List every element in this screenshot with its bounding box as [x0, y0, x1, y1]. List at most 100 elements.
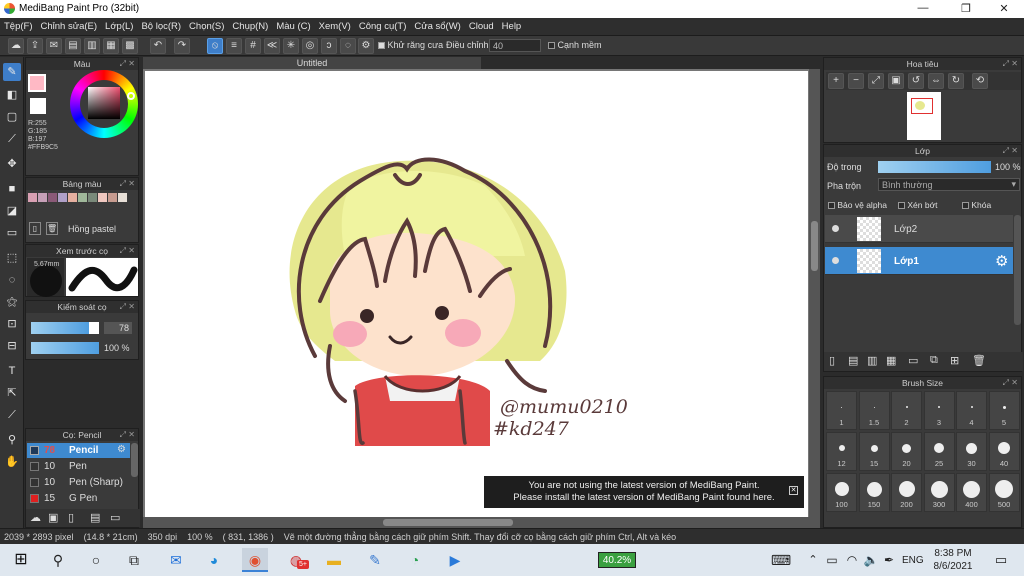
chrome-taskbar-icon[interactable]: ◍ 5+ [283, 548, 309, 572]
hue-picker[interactable] [127, 92, 135, 100]
notification-center-icon[interactable]: ▭ [988, 548, 1014, 572]
palette-swatch[interactable] [98, 193, 107, 202]
lock-checkbox[interactable] [962, 202, 969, 210]
close-notice-icon[interactable]: ✕ [789, 486, 798, 495]
brush-item-pencil[interactable]: 78 Pencil ⚙ [27, 443, 130, 458]
menu-view[interactable]: Xem(V) [315, 18, 355, 32]
menu-snap[interactable]: Chụp(N) [228, 18, 272, 32]
primary-color-swatch[interactable] [28, 74, 46, 92]
clock[interactable]: 8:38 PM 8/6/2021 [932, 547, 974, 573]
brush-size-option[interactable]: 3 [923, 391, 955, 430]
layer-settings-icon[interactable]: ⚙ [995, 252, 1008, 270]
fill-rect-tool-icon[interactable]: ■ [3, 180, 21, 198]
menu-window[interactable]: Cửa sổ(W) [410, 18, 464, 32]
brush-size-option[interactable]: 4 [956, 391, 987, 430]
move-tool-icon[interactable]: ✥ [3, 155, 21, 173]
brush-item-pen-sharp[interactable]: 10 Pen (Sharp) [27, 475, 130, 490]
add-layer-menu-icon[interactable]: ▦ [886, 354, 896, 367]
palette-swatch[interactable] [48, 193, 57, 202]
language-indicator[interactable]: ENG [902, 555, 924, 566]
menu-file[interactable]: Tệp(F) [0, 18, 37, 32]
brush-size-option[interactable]: 1.5 [858, 391, 890, 430]
new-brush-icon[interactable]: ▯ [68, 511, 74, 524]
radial-snap-icon[interactable]: ✳ [283, 38, 299, 54]
clipping-checkbox[interactable] [898, 202, 905, 210]
add-brush-icon[interactable]: ▣ [48, 511, 58, 524]
document-icon[interactable]: ▥ [84, 38, 100, 54]
menu-layer[interactable]: Lớp(L) [101, 18, 137, 32]
edge-browser-icon[interactable]: ◕ [201, 548, 227, 572]
brush-item-pen[interactable]: 10 Pen [27, 459, 130, 474]
hand-tool-icon[interactable]: ✋ [3, 453, 21, 471]
maximize-button[interactable]: ❐ [946, 2, 986, 15]
cloud-icon[interactable]: ☁ [8, 38, 24, 54]
palette-swatch[interactable] [38, 193, 47, 202]
cortana-icon[interactable]: ○ [83, 548, 109, 572]
palette-swatch[interactable] [78, 193, 87, 202]
brush-size-option[interactable]: 2 [891, 391, 922, 430]
blend-mode-select[interactable]: Bình thường ▾ [878, 178, 1020, 191]
eyedropper-tool-icon[interactable]: ⚲ [3, 431, 21, 449]
curve-snap-icon[interactable]: ↄ [321, 38, 337, 54]
new-8bit-layer-icon[interactable]: ▥ [867, 354, 877, 367]
lasso-tool-icon[interactable]: ◌ [3, 271, 21, 289]
fit-window-icon[interactable]: ⤢ [868, 73, 884, 89]
brush-size-option[interactable]: 200 [891, 473, 922, 512]
layer-row-2[interactable]: Lớp2 [825, 215, 1013, 243]
task-view-icon[interactable]: ⧉ [121, 548, 147, 572]
medibang-taskbar-icon[interactable]: ◉ [242, 548, 268, 572]
hue-wheel[interactable] [70, 70, 138, 138]
gradient-tool-icon[interactable]: ▭ [3, 224, 21, 242]
pen-icon[interactable]: ✒ [876, 548, 902, 572]
ellipse-snap-icon[interactable]: ◌ [340, 38, 356, 54]
paint-icon[interactable]: ✎ [362, 548, 388, 572]
new-layer-icon[interactable]: ▯ [829, 354, 835, 367]
panel-icon[interactable]: ▦ [103, 38, 119, 54]
operation-tool-icon[interactable]: ⇱ [3, 384, 21, 402]
grid-icon[interactable]: ▩ [122, 38, 138, 54]
mail-icon[interactable]: ✉ [163, 548, 189, 572]
palette-delete-icon[interactable]: 🗑 [46, 222, 58, 235]
divide-tool-icon[interactable]: ⟋ [3, 406, 21, 424]
battery-indicator[interactable]: 40.2% [598, 552, 636, 568]
cloud-brush-icon[interactable]: ☁ [30, 511, 41, 524]
copy-brush-icon[interactable]: ▤ [90, 511, 100, 524]
palette-swatch[interactable] [68, 193, 77, 202]
grid-snap-icon[interactable]: # [245, 38, 261, 54]
menu-color[interactable]: Màu (C) [272, 18, 314, 32]
brush-size-option[interactable]: 5 [988, 391, 1020, 430]
secondary-color-swatch[interactable] [30, 98, 46, 114]
app-green-icon[interactable]: ◔ [402, 548, 428, 572]
comment-icon[interactable]: ✉ [46, 38, 62, 54]
brush-size-value[interactable]: 78 [104, 322, 132, 334]
parallel-snap-icon[interactable]: ≡ [226, 38, 242, 54]
new-halftone-layer-icon[interactable]: ▤ [848, 354, 858, 367]
brush-size-option[interactable]: 300 [923, 473, 955, 512]
zoom-icon[interactable]: ▶ [442, 548, 468, 572]
settings-icon[interactable]: ⚙ [358, 38, 374, 54]
redo-icon[interactable]: ↷ [174, 38, 190, 54]
brush-list-scrollbar[interactable] [131, 443, 138, 477]
menu-filter[interactable]: Bộ lọc(R) [137, 18, 185, 32]
saturation-square[interactable] [88, 87, 120, 119]
undo-icon[interactable]: ↶ [150, 38, 166, 54]
menu-select[interactable]: Chọn(S) [185, 18, 228, 32]
upload-icon[interactable]: ⇪ [27, 38, 43, 54]
protect-alpha-checkbox[interactable] [828, 202, 835, 210]
rotate-left-icon[interactable]: ↺ [908, 73, 924, 89]
brush-size-option[interactable]: 1 [826, 391, 857, 430]
brush-size-option[interactable]: 400 [956, 473, 987, 512]
zoom-out-icon[interactable]: − [848, 73, 864, 89]
menu-help[interactable]: Help [498, 18, 526, 32]
brush-size-option[interactable]: 12 [826, 432, 857, 471]
folder-brush-icon[interactable]: ▭ [110, 511, 120, 524]
close-button[interactable]: ✕ [984, 2, 1024, 15]
palette-swatch[interactable] [108, 193, 117, 202]
snap-off-icon[interactable]: ⦸ [207, 38, 223, 54]
menu-tools[interactable]: Công cụ(T) [355, 18, 411, 32]
select-tool-icon[interactable]: ⬚ [3, 249, 21, 267]
canvas-horizontal-scrollbar[interactable] [143, 517, 820, 528]
page-icon[interactable]: ▤ [65, 38, 81, 54]
flip-icon[interactable]: ⇔ [928, 73, 944, 89]
reset-rotation-icon[interactable]: ⟲ [972, 73, 988, 89]
